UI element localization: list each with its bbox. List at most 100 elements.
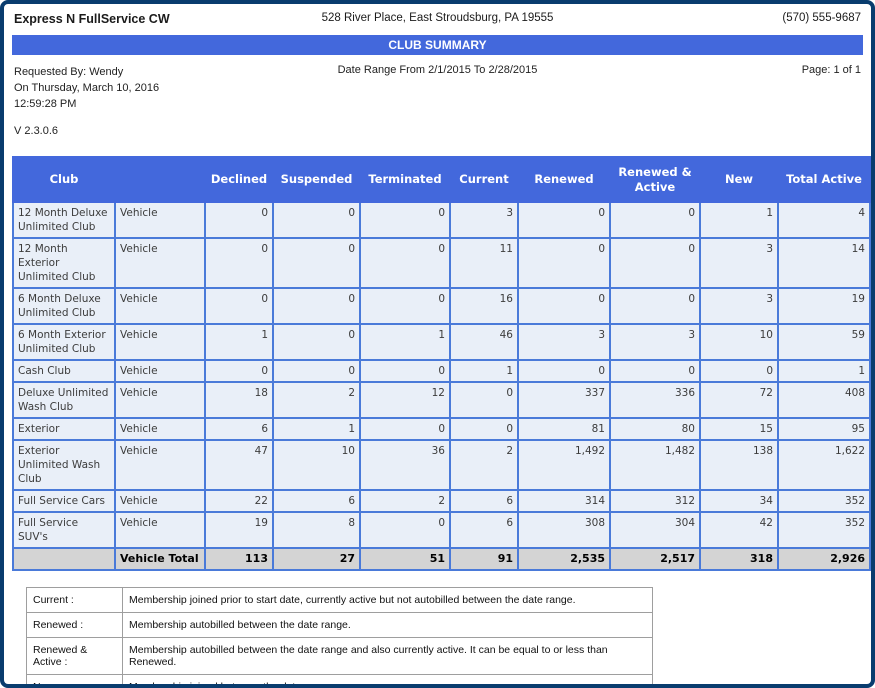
report-meta: Requested By: Wendy On Thursday, March 1…	[4, 55, 871, 139]
value-cell: 4	[778, 202, 870, 238]
total-value-cell: 51	[360, 548, 450, 570]
value-cell: 1,482	[610, 440, 700, 490]
value-cell: 0	[205, 202, 273, 238]
membership-type-cell: Vehicle	[115, 490, 205, 512]
club-name-cell: Full Service Cars	[13, 490, 115, 512]
value-cell: 336	[610, 382, 700, 418]
legend-term-cell: Current :	[27, 588, 123, 613]
value-cell: 1,622	[778, 440, 870, 490]
value-cell: 0	[610, 202, 700, 238]
value-cell: 0	[273, 288, 360, 324]
value-cell: 0	[205, 238, 273, 288]
value-cell: 34	[700, 490, 778, 512]
value-cell: 0	[273, 360, 360, 382]
value-cell: 0	[450, 418, 518, 440]
value-cell: 0	[205, 360, 273, 382]
club-name-cell: Exterior Unlimited Wash Club	[13, 440, 115, 490]
value-cell: 46	[450, 324, 518, 360]
value-cell: 1	[450, 360, 518, 382]
total-row: Vehicle Total1132751912,5352,5173182,926	[13, 548, 870, 570]
value-cell: 42	[700, 512, 778, 548]
legend-row: New :Membership joined between the date …	[27, 675, 653, 688]
club-summary-table: ClubDeclinedSuspendedTerminatedCurrentRe…	[12, 156, 871, 571]
value-cell: 0	[360, 288, 450, 324]
club-name-cell: Deluxe Unlimited Wash Club	[13, 382, 115, 418]
column-header: Declined	[205, 157, 273, 202]
value-cell: 3	[700, 288, 778, 324]
value-cell: 0	[518, 288, 610, 324]
value-cell: 1	[778, 360, 870, 382]
value-cell: 304	[610, 512, 700, 548]
legend-term-cell: Renewed :	[27, 613, 123, 638]
membership-type-cell: Vehicle	[115, 382, 205, 418]
value-cell: 1	[360, 324, 450, 360]
value-cell: 0	[700, 360, 778, 382]
membership-type-cell: Vehicle	[115, 360, 205, 382]
value-cell: 352	[778, 490, 870, 512]
total-row-spacer-cell	[13, 548, 115, 570]
table-row: 12 Month Exterior Unlimited ClubVehicle0…	[13, 238, 870, 288]
value-cell: 337	[518, 382, 610, 418]
value-cell: 6	[450, 490, 518, 512]
value-cell: 59	[778, 324, 870, 360]
legend-table-body: Current :Membership joined prior to star…	[27, 588, 653, 688]
value-cell: 3	[610, 324, 700, 360]
requested-time: 12:59:28 PM	[14, 96, 263, 112]
club-name-cell: Exterior	[13, 418, 115, 440]
total-value-cell: 27	[273, 548, 360, 570]
value-cell: 80	[610, 418, 700, 440]
legend-row: Renewed :Membership autobilled between t…	[27, 613, 653, 638]
value-cell: 0	[205, 288, 273, 324]
value-cell: 314	[518, 490, 610, 512]
club-table-header-row: ClubDeclinedSuspendedTerminatedCurrentRe…	[13, 157, 870, 202]
value-cell: 0	[518, 360, 610, 382]
value-cell: 18	[205, 382, 273, 418]
value-cell: 10	[700, 324, 778, 360]
value-cell: 16	[450, 288, 518, 324]
value-cell: 3	[700, 238, 778, 288]
value-cell: 1,492	[518, 440, 610, 490]
legend-row: Current :Membership joined prior to star…	[27, 588, 653, 613]
column-header: Current	[450, 157, 518, 202]
column-header: Club	[13, 157, 115, 202]
value-cell: 0	[518, 238, 610, 288]
value-cell: 3	[518, 324, 610, 360]
total-row-label-cell: Vehicle Total	[115, 548, 205, 570]
column-header: Renewed & Active	[610, 157, 700, 202]
value-cell: 19	[778, 288, 870, 324]
membership-type-cell: Vehicle	[115, 324, 205, 360]
date-range: Date Range From 2/1/2015 To 2/28/2015	[263, 64, 612, 76]
column-header: Renewed	[518, 157, 610, 202]
value-cell: 36	[360, 440, 450, 490]
legend-definition-cell: Membership joined prior to start date, c…	[123, 588, 653, 613]
club-name-cell: 6 Month Exterior Unlimited Club	[13, 324, 115, 360]
page-indicator: Page: 1 of 1	[612, 64, 861, 76]
value-cell: 12	[360, 382, 450, 418]
membership-type-cell: Vehicle	[115, 418, 205, 440]
value-cell: 0	[610, 360, 700, 382]
value-cell: 8	[273, 512, 360, 548]
report-page: Express N FullService CW 528 River Place…	[0, 0, 875, 688]
club-name-cell: 6 Month Deluxe Unlimited Club	[13, 288, 115, 324]
value-cell: 1	[205, 324, 273, 360]
requested-by: Requested By: Wendy	[14, 64, 263, 80]
club-name-cell: 12 Month Exterior Unlimited Club	[13, 238, 115, 288]
value-cell: 19	[205, 512, 273, 548]
value-cell: 95	[778, 418, 870, 440]
value-cell: 0	[360, 238, 450, 288]
business-phone: (570) 555-9687	[612, 12, 861, 24]
column-header	[115, 157, 205, 202]
value-cell: 15	[700, 418, 778, 440]
membership-type-cell: Vehicle	[115, 202, 205, 238]
value-cell: 47	[205, 440, 273, 490]
total-value-cell: 2,517	[610, 548, 700, 570]
table-row: Exterior Unlimited Wash ClubVehicle47103…	[13, 440, 870, 490]
request-info: Requested By: Wendy On Thursday, March 1…	[14, 64, 263, 139]
value-cell: 6	[205, 418, 273, 440]
membership-type-cell: Vehicle	[115, 288, 205, 324]
legend-term-cell: Renewed & Active :	[27, 638, 123, 675]
column-header: Suspended	[273, 157, 360, 202]
table-row: Deluxe Unlimited Wash ClubVehicle1821203…	[13, 382, 870, 418]
value-cell: 0	[360, 512, 450, 548]
value-cell: 14	[778, 238, 870, 288]
